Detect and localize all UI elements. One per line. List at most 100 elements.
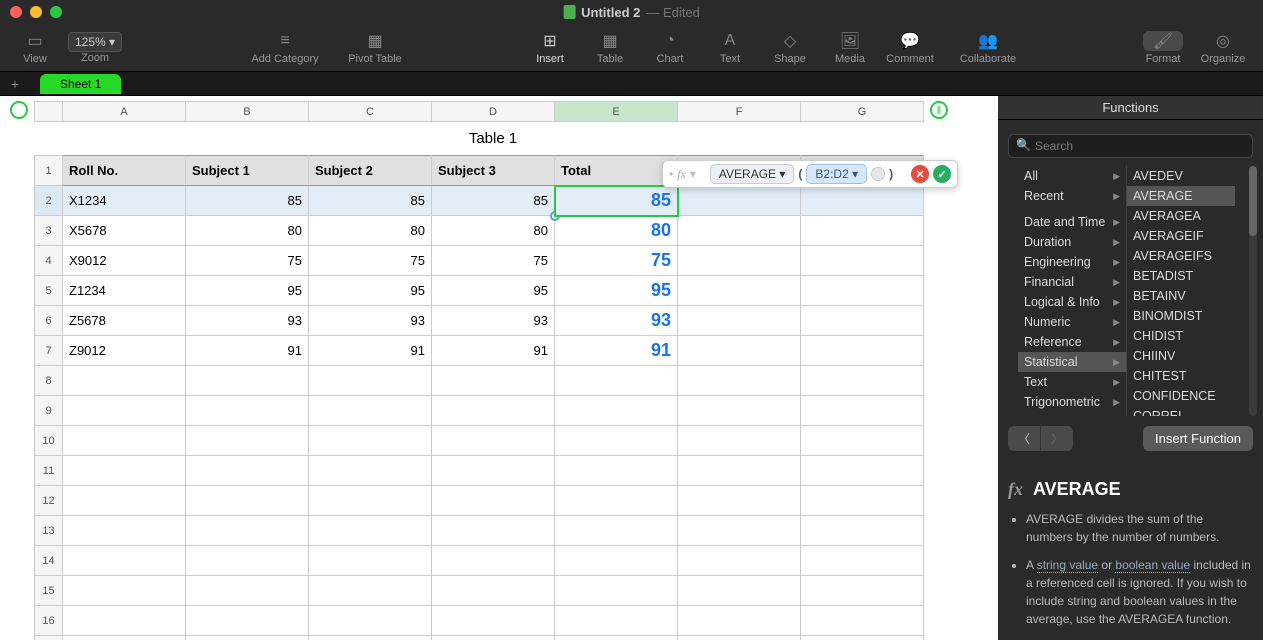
function-item[interactable]: BETADIST: [1127, 266, 1235, 286]
formula-function-pill[interactable]: AVERAGE ▾: [710, 164, 795, 184]
cell[interactable]: [186, 546, 309, 576]
cell-C3[interactable]: 80: [309, 216, 432, 246]
category-item[interactable]: Logical & Info▶: [1018, 292, 1126, 312]
row-header-11[interactable]: 11: [35, 456, 63, 486]
cell-F6[interactable]: [678, 306, 801, 336]
cell-A3[interactable]: X5678: [63, 216, 186, 246]
cell-E3[interactable]: 80: [555, 216, 678, 246]
cell-C7[interactable]: 91: [309, 336, 432, 366]
function-list-scrollbar[interactable]: [1249, 166, 1257, 416]
category-item[interactable]: Reference▶: [1018, 332, 1126, 352]
cell-A2[interactable]: X1234: [63, 186, 186, 216]
cell-D7[interactable]: 91: [432, 336, 555, 366]
cell-A5[interactable]: Z1234: [63, 276, 186, 306]
chart-button[interactable]: ◔ Chart: [640, 24, 700, 71]
cell-F4[interactable]: [678, 246, 801, 276]
cell[interactable]: [186, 486, 309, 516]
cell[interactable]: [432, 606, 555, 636]
cell[interactable]: [432, 546, 555, 576]
row-header-2[interactable]: 2: [35, 186, 63, 216]
cell-D6[interactable]: 93: [432, 306, 555, 336]
cell-C5[interactable]: 95: [309, 276, 432, 306]
corner-cell[interactable]: [35, 102, 63, 122]
format-button[interactable]: 🖌 Format: [1133, 24, 1193, 71]
cell-B2[interactable]: 85: [186, 186, 309, 216]
collaborate-button[interactable]: 👥 Collaborate: [943, 24, 1033, 71]
cell[interactable]: [432, 636, 555, 640]
cell[interactable]: [555, 456, 678, 486]
function-item[interactable]: BINOMDIST: [1127, 306, 1235, 326]
insert-function-button[interactable]: Insert Function: [1143, 426, 1253, 451]
cell[interactable]: [801, 396, 924, 426]
cell[interactable]: [678, 606, 801, 636]
cell[interactable]: [63, 546, 186, 576]
close-window-button[interactable]: [10, 6, 22, 18]
col-header-F[interactable]: F: [678, 102, 801, 122]
cell-C4[interactable]: 75: [309, 246, 432, 276]
view-menu[interactable]: ▭ View: [10, 24, 60, 71]
row-header-4[interactable]: 4: [35, 246, 63, 276]
cell[interactable]: [186, 396, 309, 426]
cell[interactable]: [555, 546, 678, 576]
cell[interactable]: [63, 576, 186, 606]
function-item[interactable]: CHIINV: [1127, 346, 1235, 366]
add-sheet-button[interactable]: +: [0, 76, 30, 92]
fullscreen-window-button[interactable]: [50, 6, 62, 18]
cell-G2[interactable]: [801, 186, 924, 216]
cell[interactable]: [186, 456, 309, 486]
row-origin-handle[interactable]: [10, 101, 28, 119]
cell[interactable]: [678, 426, 801, 456]
cell[interactable]: [678, 366, 801, 396]
help-link-boolean-value[interactable]: boolean value: [1115, 558, 1190, 573]
header-subject2[interactable]: Subject 2: [309, 156, 432, 186]
formula-confirm-button[interactable]: ✓: [933, 165, 951, 183]
row-header-10[interactable]: 10: [35, 426, 63, 456]
media-button[interactable]: 🖼 Media: [820, 24, 880, 71]
header-roll[interactable]: Roll No.: [63, 156, 186, 186]
cell-F7[interactable]: [678, 336, 801, 366]
cell-G6[interactable]: [801, 306, 924, 336]
comment-button[interactable]: 💬 Comment: [880, 24, 940, 71]
cell-G4[interactable]: [801, 246, 924, 276]
cell[interactable]: [432, 426, 555, 456]
function-item[interactable]: AVERAGEA: [1127, 206, 1235, 226]
category-item[interactable]: Financial▶: [1018, 272, 1126, 292]
row-header-9[interactable]: 9: [35, 396, 63, 426]
col-header-C[interactable]: C: [309, 102, 432, 122]
function-item[interactable]: BETAINV: [1127, 286, 1235, 306]
formula-range-pill[interactable]: B2:D2 ▾: [806, 164, 867, 184]
category-item-selected[interactable]: Statistical▶: [1018, 352, 1126, 372]
cell[interactable]: [309, 516, 432, 546]
function-item[interactable]: AVERAGEIF: [1127, 226, 1235, 246]
add-column-handle[interactable]: ‖: [930, 101, 948, 119]
text-button[interactable]: A Text: [700, 24, 760, 71]
function-item-selected[interactable]: AVERAGE: [1127, 186, 1235, 206]
cell-G5[interactable]: [801, 276, 924, 306]
cell[interactable]: [63, 606, 186, 636]
cell[interactable]: [309, 366, 432, 396]
cell-E2-active[interactable]: 85: [555, 186, 678, 216]
row-header-8[interactable]: 8: [35, 366, 63, 396]
cell-E5[interactable]: 95: [555, 276, 678, 306]
cell[interactable]: [186, 366, 309, 396]
sheet-tab[interactable]: Sheet 1: [40, 74, 121, 94]
row-header-1[interactable]: 1: [35, 156, 63, 186]
cell[interactable]: [186, 426, 309, 456]
header-subject3[interactable]: Subject 3: [432, 156, 555, 186]
cell-B4[interactable]: 75: [186, 246, 309, 276]
cell[interactable]: [555, 366, 678, 396]
cell[interactable]: [555, 516, 678, 546]
cell-A4[interactable]: X9012: [63, 246, 186, 276]
pivot-table-button[interactable]: ▦ Pivot Table: [330, 24, 420, 71]
cell-F5[interactable]: [678, 276, 801, 306]
function-item[interactable]: CHITEST: [1127, 366, 1235, 386]
category-item[interactable]: Engineering▶: [1018, 252, 1126, 272]
cell-D2[interactable]: 85: [432, 186, 555, 216]
scrollbar-thumb[interactable]: [1249, 166, 1257, 236]
function-item[interactable]: CONFIDENCE: [1127, 386, 1235, 406]
cell[interactable]: [309, 486, 432, 516]
cell[interactable]: [801, 426, 924, 456]
cell-F2[interactable]: [678, 186, 801, 216]
cell-D3[interactable]: 80: [432, 216, 555, 246]
cell[interactable]: [678, 516, 801, 546]
